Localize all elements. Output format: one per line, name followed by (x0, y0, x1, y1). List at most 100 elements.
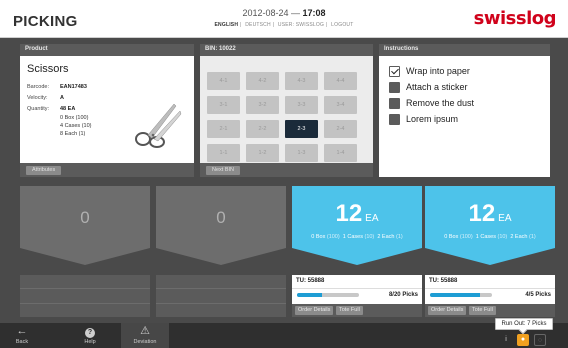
product-panel: Product Scissors Barcode: EAN17483 Veloc… (20, 44, 194, 177)
bin-cell-2-2[interactable]: 2-2 (246, 120, 279, 138)
picks-count: 8/20 Picks (388, 292, 418, 298)
brand-logo: swisslog (473, 8, 557, 29)
empty-tu-panel (156, 275, 286, 317)
cases-count: 1 (342, 234, 346, 240)
app-header: PICKING 2012-08-24 — 17:08 ENGLISH | DEUT… (0, 0, 568, 38)
lang-english-link[interactable]: ENGLISH (215, 22, 239, 28)
warning-icon: ⚠ (140, 325, 150, 337)
run-out-tooltip: Run Out: 7 Picks (495, 318, 553, 330)
help-button[interactable]: ? Help (70, 323, 110, 348)
each-size: (1) (529, 234, 536, 240)
box-size: (100) (459, 234, 473, 240)
bin-cell-1-2[interactable]: 1-2 (246, 144, 279, 162)
divider (156, 303, 286, 304)
instruction-checkbox[interactable] (389, 114, 400, 125)
tote-full-button[interactable]: Tote Full (469, 306, 496, 315)
quantity-label: Quantity: (27, 106, 50, 112)
deviation-label: Deviation (133, 339, 157, 345)
quantity-box: 0 Box (100) (60, 115, 89, 121)
pick-tile-empty: 0 (156, 186, 286, 265)
each-label: Each (381, 234, 395, 240)
next-bin-button[interactable]: Next BIN (206, 166, 241, 175)
instructions-panel: Instructions Wrap into paper Attach a st… (379, 44, 550, 177)
tu-actions: Order Details Tote Full (425, 304, 555, 317)
instruction-checkbox[interactable] (389, 82, 400, 93)
box-count: 0 (444, 234, 448, 240)
date-separator: — (291, 8, 300, 18)
bin-cell-4-3[interactable]: 4-3 (285, 72, 318, 90)
cases-size: (10) (364, 234, 375, 240)
tile-qty-unit: EA (365, 213, 379, 224)
divider (156, 288, 286, 289)
date-text: 2012-08-24 (242, 8, 289, 18)
status-ring-icon[interactable]: ○ (534, 334, 546, 346)
tu-label: TU: 55888 (429, 278, 458, 284)
empty-tu-panel (20, 275, 150, 317)
bin-cell-4-2[interactable]: 4-2 (246, 72, 279, 90)
instruction-checkbox[interactable] (389, 66, 400, 77)
instruction-label: Wrap into paper (406, 66, 470, 76)
box-label: Box (315, 234, 326, 240)
deviation-button[interactable]: ⚠ Deviation (121, 323, 169, 348)
back-button[interactable]: ← Back (2, 323, 42, 348)
bin-cell-3-1[interactable]: 3-1 (207, 96, 240, 114)
box-size: (100) (326, 234, 340, 240)
barcode-value: EAN17483 (60, 84, 87, 90)
info-icon[interactable]: i (500, 334, 512, 346)
tu-actions: Order Details Tote Full (292, 304, 422, 317)
help-label: Help (84, 339, 96, 345)
divider (292, 288, 422, 289)
alert-status-icon[interactable]: ● (517, 334, 529, 346)
tile-qty-unit: EA (498, 213, 512, 224)
instruction-checkbox[interactable] (389, 98, 400, 109)
help-icon: ? (70, 325, 110, 338)
quantity-each: 8 Each (1) (60, 131, 86, 137)
tile-qty-number: 12 (335, 200, 363, 227)
picks-progress-bar (297, 293, 359, 297)
tote-full-button[interactable]: Tote Full (336, 306, 363, 315)
tile-qty: 0 (216, 208, 226, 227)
pick-tile-active[interactable]: 12 EA 0 Box (100) 1 Cases (10) 2 Each (1) (425, 186, 555, 265)
quantity-value: 48 EA (60, 106, 76, 112)
instruction-label: Attach a sticker (406, 82, 468, 92)
attributes-button[interactable]: Attributes (26, 166, 62, 175)
each-label: Each (514, 234, 528, 240)
tile-qty: 12 EA (425, 200, 555, 228)
each-count: 2 (510, 234, 514, 240)
bin-cell-3-4[interactable]: 3-4 (324, 96, 357, 114)
bin-cell-1-3[interactable]: 1-3 (285, 144, 318, 162)
tile-breakdown: 0 Box (100) 1 Cases (10) 2 Each (1) (425, 234, 555, 240)
pick-tile-empty: 0 (20, 186, 150, 265)
tile-qty-number: 12 (468, 200, 496, 227)
tu-panel: TU: 55888 4/5 Picks Order Details Tote F… (425, 275, 555, 317)
tu-label: TU: 55888 (296, 278, 325, 284)
divider (425, 288, 555, 289)
picks-progress-fill (297, 293, 322, 297)
bin-cell-3-3[interactable]: 3-3 (285, 96, 318, 114)
lang-deutsch-link[interactable]: DEUTSCH (245, 22, 271, 28)
logout-link[interactable]: LOGOUT (331, 22, 353, 28)
product-panel-header: Product (20, 44, 194, 56)
order-details-button[interactable]: Order Details (295, 306, 334, 315)
box-label: Box (448, 234, 459, 240)
back-label: Back (15, 339, 29, 345)
bin-cell-2-4[interactable]: 2-4 (324, 120, 357, 138)
cases-size: (10) (497, 234, 508, 240)
bin-cell-2-3[interactable]: 2-3 (285, 120, 318, 138)
cases-count: 1 (475, 234, 479, 240)
pick-tile-active[interactable]: 12 EA 0 Box (100) 1 Cases (10) 2 Each (1) (292, 186, 422, 265)
bin-cell-3-2[interactable]: 3-2 (246, 96, 279, 114)
bin-cell-2-1[interactable]: 2-1 (207, 120, 240, 138)
bin-panel-footer: Next BIN (200, 163, 373, 177)
bin-cell-4-1[interactable]: 4-1 (207, 72, 240, 90)
tile-qty: 12 EA (292, 200, 422, 228)
order-details-button[interactable]: Order Details (428, 306, 467, 315)
user-label: USER: SWISSLOG (277, 22, 325, 28)
box-count: 0 (311, 234, 315, 240)
bin-cell-1-4[interactable]: 1-4 (324, 144, 357, 162)
product-panel-footer: Attributes (20, 163, 194, 177)
quantity-cases: 4 Cases (10) (60, 123, 92, 129)
bin-cell-1-1[interactable]: 1-1 (207, 144, 240, 162)
bin-cell-4-4[interactable]: 4-4 (324, 72, 357, 90)
instruction-label: Lorem ipsum (406, 114, 459, 124)
